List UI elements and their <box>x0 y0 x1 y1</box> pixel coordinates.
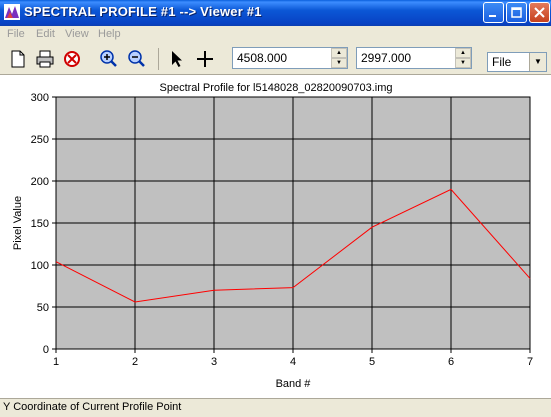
title-bar[interactable]: SPECTRAL PROFILE #1 --> Viewer #1 <box>0 0 551 26</box>
x-axis-ticks: 1 2 3 4 5 6 7 <box>53 349 533 368</box>
status-text: Y Coordinate of Current Profile Point <box>3 401 181 413</box>
status-bar: Y Coordinate of Current Profile Point <box>0 398 551 417</box>
y-tick-label: 250 <box>31 134 49 146</box>
window-title: SPECTRAL PROFILE #1 --> Viewer #1 <box>24 4 262 19</box>
menu-file[interactable]: File <box>7 28 25 40</box>
y-tick-label: 150 <box>31 218 49 230</box>
close-icon <box>530 3 549 22</box>
x-tick-label: 4 <box>290 356 296 368</box>
output-dropdown[interactable]: File ▼ <box>487 52 547 72</box>
menu-bar: File Edit View Help <box>0 26 551 44</box>
x-tick-label: 5 <box>369 356 375 368</box>
maximize-button[interactable] <box>506 2 527 23</box>
y-tick-label: 100 <box>31 260 49 272</box>
y-stepper-arrows[interactable]: ▲ ▼ <box>455 48 471 68</box>
x-coordinate-value: 4508.000 <box>237 51 287 65</box>
y-axis-label: Pixel Value <box>12 196 24 250</box>
toolbar-separator <box>158 48 159 70</box>
spectral-profile-chart: Spectral Profile for l5148028_0282009070… <box>0 75 551 398</box>
crosshair-icon[interactable] <box>194 48 216 70</box>
close-button[interactable] <box>529 2 550 23</box>
y-axis-ticks: 0 50 100 150 200 250 300 <box>31 92 56 356</box>
zoom-out-icon[interactable] <box>125 48 147 70</box>
plot-pane: Spectral Profile for l5148028_0282009070… <box>0 75 551 398</box>
x-axis-label: Band # <box>276 378 312 390</box>
maximize-icon <box>507 3 526 22</box>
x-coordinate-stepper[interactable]: 4508.000 ▲ ▼ <box>232 47 348 69</box>
menu-edit[interactable]: Edit <box>36 28 55 40</box>
x-stepper-arrows[interactable]: ▲ ▼ <box>331 48 347 68</box>
spectral-profile-window: SPECTRAL PROFILE #1 --> Viewer #1 File E… <box>0 0 551 416</box>
x-tick-label: 6 <box>448 356 454 368</box>
new-icon[interactable] <box>7 48 29 70</box>
chevron-down-icon[interactable]: ▼ <box>529 53 546 71</box>
minimize-button[interactable] <box>483 2 504 23</box>
clear-icon[interactable] <box>61 48 83 70</box>
pointer-icon[interactable] <box>166 48 188 70</box>
x-tick-label: 1 <box>53 356 59 368</box>
print-icon[interactable] <box>34 48 56 70</box>
y-tick-label: 200 <box>31 176 49 188</box>
up-arrow-icon[interactable]: ▲ <box>455 48 471 58</box>
down-arrow-icon[interactable]: ▼ <box>331 58 347 68</box>
zoom-in-icon[interactable] <box>97 48 119 70</box>
y-tick-label: 50 <box>37 302 49 314</box>
y-coordinate-stepper[interactable]: 2997.000 ▲ ▼ <box>356 47 472 69</box>
y-coordinate-value: 2997.000 <box>361 51 411 65</box>
y-tick-label: 300 <box>31 92 49 104</box>
down-arrow-icon[interactable]: ▼ <box>455 58 471 68</box>
x-tick-label: 2 <box>132 356 138 368</box>
up-arrow-icon[interactable]: ▲ <box>331 48 347 58</box>
app-icon <box>4 4 20 20</box>
chart-title: Spectral Profile for l5148028_0282009070… <box>160 82 393 94</box>
y-tick-label: 0 <box>43 344 49 356</box>
minimize-icon <box>484 3 503 22</box>
x-tick-label: 7 <box>527 356 533 368</box>
x-tick-label: 3 <box>211 356 217 368</box>
output-dropdown-value: File <box>492 55 511 69</box>
menu-help[interactable]: Help <box>98 28 121 40</box>
menu-view[interactable]: View <box>65 28 89 40</box>
